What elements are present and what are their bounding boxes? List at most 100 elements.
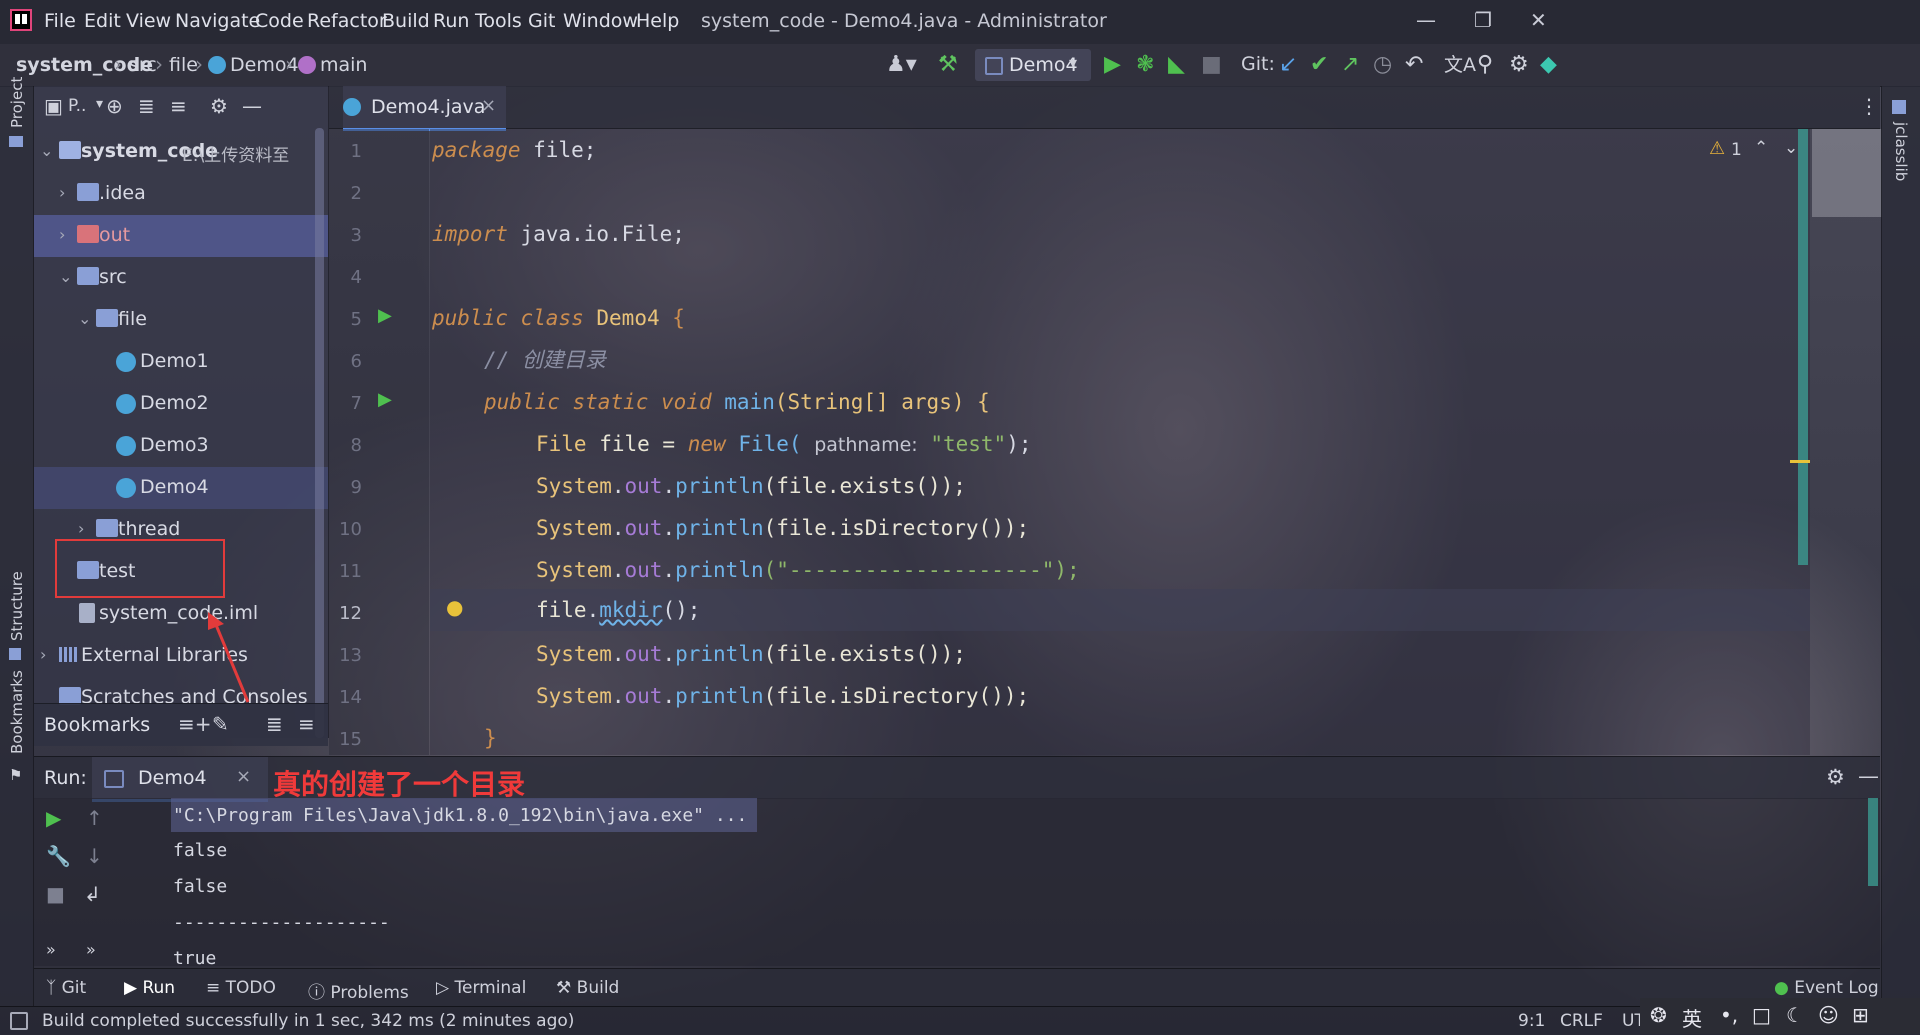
line-separator[interactable]: CRLF [1560, 1011, 1603, 1031]
tree-item-demo3[interactable]: Demo3 [34, 425, 328, 467]
hide-run-panel-icon[interactable]: — [1858, 764, 1879, 788]
run-settings-gear-icon[interactable]: ⚙ [1826, 765, 1845, 789]
more-actions-icon[interactable]: » [86, 940, 96, 959]
project-view-selector[interactable]: P.. [68, 96, 86, 116]
tree-item-demo4[interactable]: Demo4 [34, 467, 328, 509]
menu-help[interactable]: Help [636, 10, 679, 32]
menu-window[interactable]: Window [563, 10, 638, 32]
tool-problems[interactable]: ⓘ Problems [308, 978, 409, 1003]
menu-edit[interactable]: Edit [84, 10, 121, 32]
hide-panel-icon[interactable]: — [242, 94, 262, 118]
project-view-icon[interactable]: ▣ [44, 94, 63, 118]
tool-event-log[interactable]: ● Event Log [1774, 978, 1879, 998]
breadcrumb-src[interactable]: src [129, 54, 157, 76]
keyboard-icon[interactable]: □ [1752, 1003, 1771, 1027]
git-push-icon[interactable]: ↗ [1341, 52, 1359, 78]
menu-navigate[interactable]: Navigate [175, 10, 260, 32]
soft-wrap-icon[interactable]: ↲ [84, 882, 101, 906]
build-hammer-icon[interactable]: ⚒ [938, 52, 958, 78]
scroll-up-icon[interactable]: ↑ [86, 806, 103, 830]
plugin-logo-icon[interactable]: ◆ [1540, 52, 1557, 78]
locate-icon[interactable]: ⊕ [106, 94, 123, 118]
stop-icon[interactable]: ■ [1201, 52, 1222, 78]
tool-build[interactable]: ⚒ Build [556, 978, 619, 998]
tree-item-iml[interactable]: system_code.iml [34, 593, 328, 635]
previous-highlight-icon[interactable]: ⌃ [1754, 138, 1768, 158]
grid-icon[interactable]: ⊞ [1852, 1003, 1869, 1027]
menu-tools[interactable]: Tools [475, 10, 522, 32]
git-update-icon[interactable]: ↙ [1279, 52, 1297, 78]
tree-item-src[interactable]: ⌄ src [34, 257, 328, 299]
tree-root[interactable]: ⌄ system_code E:\上传资料至 [34, 131, 328, 173]
restore-button[interactable]: ❐ [1474, 8, 1492, 32]
run-config-select[interactable]: Demo4 ▾ [975, 49, 1091, 81]
menu-run[interactable]: Run [433, 10, 469, 32]
run-main-gutter-icon[interactable]: ▶ [378, 389, 392, 410]
tree-item-out[interactable]: › out [34, 215, 328, 257]
tool-todo[interactable]: ≡ TODO [206, 978, 276, 998]
run-tab-demo4[interactable]: Demo4 × [92, 757, 268, 802]
collapse-all-icon[interactable]: ≡ [170, 94, 187, 118]
close-window-button[interactable]: ✕ [1530, 8, 1547, 32]
run-console[interactable]: ▶ ↑ 🔧 ↓ ■ ↲ » » "C:\Program Files\Java\j… [34, 798, 1880, 969]
structure-tool-tab[interactable]: Structure [8, 571, 26, 641]
code-minimap[interactable] [1812, 129, 1882, 217]
menu-git[interactable]: Git [528, 10, 555, 32]
menu-build[interactable]: Build [382, 10, 430, 32]
close-tab-icon[interactable]: × [236, 766, 251, 787]
status-message[interactable]: Build completed successfully in 1 sec, 3… [42, 1011, 574, 1031]
wrench-icon[interactable]: 🔧 [46, 844, 71, 868]
stop-icon[interactable]: ■ [46, 882, 65, 906]
rollback-icon[interactable]: ↶ [1405, 52, 1423, 78]
jclasslib-tool-tab[interactable]: jclasslib [1892, 122, 1910, 181]
punctuation-icon[interactable]: •, [1720, 1003, 1738, 1027]
run-class-gutter-icon[interactable]: ▶ [378, 305, 392, 326]
history-icon[interactable]: ◷ [1373, 52, 1392, 78]
project-tool-tab[interactable]: Project [8, 77, 26, 128]
editor-scrollbar[interactable] [1798, 129, 1808, 565]
breadcrumb-package[interactable]: file [169, 54, 198, 76]
warning-stripe-marker[interactable] [1790, 460, 1810, 463]
search-icon[interactable]: ⚲ [1477, 52, 1493, 78]
more-options-icon[interactable]: ⋮ [1859, 94, 1879, 118]
rerun-icon[interactable]: ▶ [46, 806, 61, 830]
breadcrumb-method[interactable]: main [320, 54, 367, 76]
close-tab-icon[interactable]: × [481, 95, 496, 116]
add-bookmark-icon[interactable]: ≡+ [178, 712, 212, 736]
menu-code[interactable]: Code [255, 10, 304, 32]
user-icon[interactable]: ☺ [1818, 1003, 1839, 1027]
settings-gear-icon[interactable]: ⚙ [1509, 52, 1529, 78]
menu-refactor[interactable]: Refactor [307, 10, 387, 32]
tool-run[interactable]: ▶ Run [124, 978, 175, 998]
tree-item-file-package[interactable]: ⌄ file [34, 299, 328, 341]
next-highlight-icon[interactable]: ⌄ [1784, 138, 1798, 158]
tree-item-idea[interactable]: › .idea [34, 173, 328, 215]
paw-icon[interactable]: ❂ [1650, 1003, 1667, 1027]
lightbulb-icon[interactable]: ● [446, 595, 463, 619]
caret-position[interactable]: 9:1 [1518, 1011, 1545, 1031]
run-icon[interactable]: ▶ [1104, 52, 1121, 78]
minimize-button[interactable]: — [1416, 8, 1436, 32]
more-actions-icon[interactable]: » [46, 940, 56, 959]
tree-item-demo1[interactable]: Demo1 [34, 341, 328, 383]
tool-git[interactable]: ᛉ Git [46, 978, 86, 998]
moon-icon[interactable]: ☾ [1786, 1003, 1804, 1027]
panel-settings-icon[interactable]: ⚙ [210, 94, 228, 118]
bookmarks-tool-tab[interactable]: Bookmarks [8, 670, 26, 754]
console-scrollbar[interactable] [1868, 798, 1878, 886]
project-scrollbar[interactable] [315, 128, 324, 738]
tab-demo4-java[interactable]: Demo4.java × [343, 86, 506, 131]
git-commit-icon[interactable]: ✔ [1310, 52, 1328, 78]
tree-item-external-libraries[interactable]: › External Libraries [34, 635, 328, 677]
edit-pencil-icon[interactable]: ✎ [212, 712, 229, 736]
tool-terminal[interactable]: ▷ Terminal [436, 978, 526, 998]
coverage-icon[interactable]: ◣ [1168, 52, 1185, 78]
expand-all-icon[interactable]: ≣ [266, 712, 283, 736]
status-toggle-icon[interactable] [10, 1012, 28, 1030]
translate-icon[interactable]: 文A [1444, 52, 1476, 78]
tree-item-demo2[interactable]: Demo2 [34, 383, 328, 425]
menu-file[interactable]: File [44, 10, 76, 32]
menu-view[interactable]: View [126, 10, 171, 32]
ime-language[interactable]: 英 [1682, 1003, 1702, 1032]
expand-all-icon[interactable]: ≣ [138, 94, 155, 118]
